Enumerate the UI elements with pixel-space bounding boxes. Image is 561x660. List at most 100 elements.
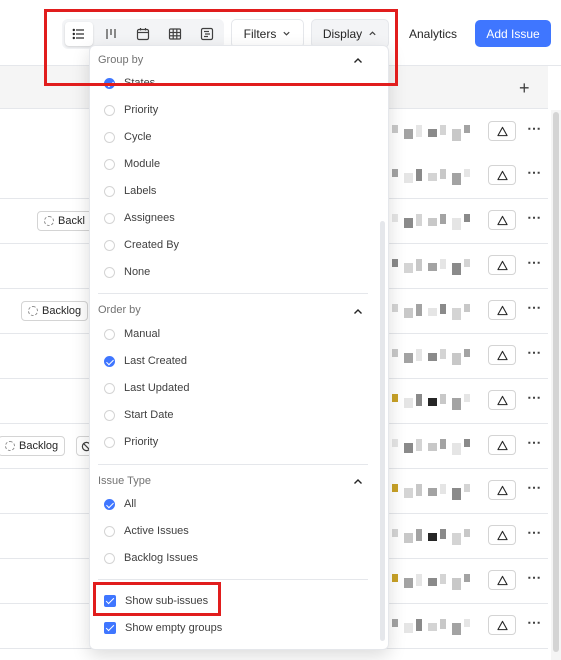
filters-button[interactable]: Filters bbox=[231, 19, 304, 48]
triage-button[interactable] bbox=[488, 300, 516, 320]
option-label: Manual bbox=[124, 328, 161, 340]
option-last-updated[interactable]: Last Updated bbox=[104, 380, 189, 396]
state-chip[interactable]: Backl bbox=[37, 211, 93, 231]
page-scrollbar-thumb[interactable] bbox=[553, 112, 559, 652]
filters-label: Filters bbox=[243, 26, 277, 41]
blurred-content bbox=[428, 533, 437, 541]
list-layout-button[interactable] bbox=[65, 22, 93, 46]
option-none[interactable]: None bbox=[104, 264, 150, 280]
option-active-issues[interactable]: Active Issues bbox=[104, 523, 189, 539]
spreadsheet-layout-button[interactable] bbox=[161, 22, 189, 46]
option-cycle[interactable]: Cycle bbox=[104, 129, 152, 145]
blurred-content bbox=[404, 398, 413, 408]
more-options-icon[interactable]: ⋯ bbox=[527, 344, 542, 361]
chevron-up-icon[interactable] bbox=[353, 307, 363, 317]
add-issue-button[interactable]: Add Issue bbox=[475, 20, 551, 47]
gantt-layout-button[interactable] bbox=[193, 22, 221, 46]
option-module[interactable]: Module bbox=[104, 156, 160, 172]
blurred-content bbox=[428, 353, 437, 361]
triage-button[interactable] bbox=[488, 480, 516, 500]
radio-checked-icon bbox=[104, 498, 115, 510]
more-options-icon[interactable]: ⋯ bbox=[527, 120, 542, 137]
blurred-content bbox=[416, 484, 422, 496]
state-chip[interactable]: Backlog bbox=[0, 436, 66, 456]
more-options-icon[interactable]: ⋯ bbox=[527, 524, 542, 541]
blurred-content bbox=[392, 394, 398, 402]
calendar-layout-icon bbox=[136, 28, 150, 41]
option-states[interactable]: States bbox=[104, 75, 155, 91]
more-options-icon[interactable]: ⋯ bbox=[527, 254, 542, 271]
radio-icon bbox=[104, 328, 115, 340]
blurred-content bbox=[428, 398, 437, 406]
state-chip-label: Backlog bbox=[42, 305, 82, 317]
blurred-content bbox=[464, 214, 470, 222]
radio-icon bbox=[104, 525, 115, 537]
triage-button[interactable] bbox=[488, 525, 516, 545]
blurred-content bbox=[440, 484, 446, 494]
option-priority[interactable]: Priority bbox=[104, 102, 158, 118]
blurred-content bbox=[416, 394, 422, 406]
more-options-icon[interactable]: ⋯ bbox=[527, 389, 542, 406]
backlog-state-icon bbox=[44, 216, 54, 226]
option-priority[interactable]: Priority bbox=[104, 434, 158, 450]
triage-button[interactable] bbox=[488, 390, 516, 410]
triage-button[interactable] bbox=[488, 210, 516, 230]
display-button[interactable]: Display bbox=[311, 19, 389, 48]
option-label: Labels bbox=[124, 185, 157, 197]
analytics-button[interactable]: Analytics bbox=[398, 19, 468, 48]
triage-button[interactable] bbox=[488, 165, 516, 185]
blurred-content bbox=[392, 125, 398, 133]
more-options-icon[interactable]: ⋯ bbox=[527, 434, 542, 451]
dropdown-scrollbar[interactable] bbox=[380, 221, 385, 641]
option-backlog-issues[interactable]: Backlog Issues bbox=[104, 550, 198, 566]
option-start-date[interactable]: Start Date bbox=[104, 407, 174, 423]
blurred-content bbox=[452, 578, 461, 590]
list-layout-icon bbox=[72, 28, 84, 40]
more-options-icon[interactable]: ⋯ bbox=[527, 164, 542, 181]
blurred-content bbox=[392, 169, 398, 177]
triage-button[interactable] bbox=[488, 615, 516, 635]
triage-button[interactable] bbox=[488, 121, 516, 141]
option-all[interactable]: All bbox=[104, 496, 136, 512]
blurred-content bbox=[464, 304, 470, 312]
more-options-icon[interactable]: ⋯ bbox=[527, 614, 542, 631]
show-empty-groups-toggle[interactable]: Show empty groups bbox=[104, 620, 222, 636]
blurred-content bbox=[464, 619, 470, 627]
blurred-content bbox=[428, 218, 437, 226]
triage-button[interactable] bbox=[488, 345, 516, 365]
triage-button[interactable] bbox=[488, 255, 516, 275]
option-label: Created By bbox=[124, 239, 180, 251]
calendar-layout-button[interactable] bbox=[129, 22, 157, 46]
more-options-icon[interactable]: ⋯ bbox=[527, 479, 542, 496]
blurred-content bbox=[428, 443, 437, 451]
show-sub-issues-toggle[interactable]: Show sub-issues bbox=[104, 593, 208, 609]
triage-button[interactable] bbox=[488, 570, 516, 590]
more-options-icon[interactable]: ⋯ bbox=[527, 209, 542, 226]
backlog-state-icon bbox=[5, 441, 15, 451]
option-created-by[interactable]: Created By bbox=[104, 237, 179, 253]
option-last-created[interactable]: Last Created bbox=[104, 353, 187, 369]
chevron-up-icon[interactable] bbox=[353, 477, 363, 487]
blurred-content bbox=[452, 398, 461, 410]
triage-button[interactable] bbox=[488, 435, 516, 455]
chevron-up-icon[interactable] bbox=[353, 56, 363, 66]
blurred-content bbox=[440, 304, 446, 314]
display-dropdown: Group by States Priority Cycle Module Labels… bbox=[89, 45, 389, 650]
blurred-content bbox=[428, 308, 437, 316]
option-label: Priority bbox=[124, 436, 159, 448]
option-labels[interactable]: Labels bbox=[104, 183, 156, 199]
option-label: Last Updated bbox=[124, 382, 190, 394]
more-options-icon[interactable]: ⋯ bbox=[527, 569, 542, 586]
option-assignees[interactable]: Assignees bbox=[104, 210, 175, 226]
add-group-icon[interactable]: + bbox=[519, 78, 530, 99]
state-chip[interactable]: Backlog bbox=[21, 301, 89, 321]
blurred-content bbox=[464, 125, 470, 133]
kanban-layout-button[interactable] bbox=[97, 22, 125, 46]
more-options-icon[interactable]: ⋯ bbox=[527, 299, 542, 316]
blurred-content bbox=[404, 533, 413, 543]
blurred-content bbox=[404, 308, 413, 318]
option-manual[interactable]: Manual bbox=[104, 326, 160, 342]
triangle-icon bbox=[496, 575, 508, 585]
radio-icon bbox=[104, 158, 115, 170]
blurred-content bbox=[392, 349, 398, 357]
